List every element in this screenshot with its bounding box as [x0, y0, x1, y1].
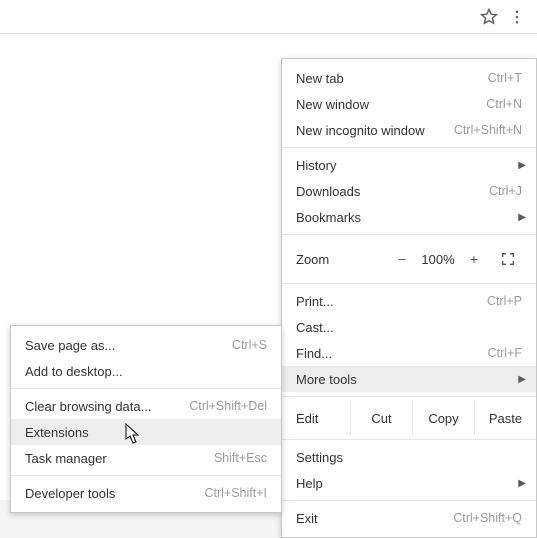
copy-label: Copy: [428, 411, 458, 426]
more-tools-submenu: Save page as... Ctrl+S Add to desktop...…: [10, 325, 282, 513]
menu-item-shortcut: Ctrl+Shift+Del: [189, 399, 267, 413]
menu-item-label: Extensions: [25, 425, 89, 440]
menu-item-shortcut: Ctrl+N: [486, 97, 522, 111]
chevron-right-icon: ▶: [518, 374, 526, 385]
menu-new-tab[interactable]: New tab Ctrl+T: [282, 65, 536, 91]
menu-item-shortcut: Ctrl+P: [487, 294, 522, 308]
menu-edit-row: Edit Cut Copy Paste: [282, 401, 536, 435]
zoom-in-button[interactable]: +: [460, 245, 488, 273]
menu-item-label: Find...: [296, 346, 332, 361]
chevron-right-icon: ▶: [518, 212, 526, 223]
menu-history[interactable]: History ▶: [282, 152, 536, 178]
menu-more-tools[interactable]: More tools ▶: [282, 366, 536, 392]
chevron-right-icon: ▶: [518, 478, 526, 489]
menu-item-label: New window: [296, 97, 369, 112]
separator: [282, 396, 536, 397]
separator: [282, 234, 536, 235]
zoom-label: Zoom: [296, 252, 329, 267]
menu-item-label: Exit: [296, 511, 318, 526]
menu-print[interactable]: Print... Ctrl+P: [282, 288, 536, 314]
menu-item-label: New incognito window: [296, 123, 425, 138]
fullscreen-button[interactable]: [494, 245, 522, 273]
menu-item-label: Print...: [296, 294, 334, 309]
zoom-out-button[interactable]: −: [388, 245, 416, 273]
menu-item-label: Settings: [296, 450, 343, 465]
minus-icon: −: [398, 251, 406, 267]
star-icon[interactable]: [475, 3, 503, 31]
menu-zoom-row: Zoom − 100% +: [282, 239, 536, 279]
menu-item-shortcut: Shift+Esc: [214, 451, 267, 465]
edit-label: Edit: [282, 401, 350, 435]
menu-item-label: Task manager: [25, 451, 107, 466]
menu-item-shortcut: Ctrl+J: [489, 184, 522, 198]
separator: [282, 283, 536, 284]
paste-label: Paste: [489, 411, 522, 426]
menu-find[interactable]: Find... Ctrl+F: [282, 340, 536, 366]
edit-paste-button[interactable]: Paste: [474, 401, 536, 435]
menu-item-shortcut: Ctrl+Shift+Q: [453, 511, 522, 525]
submenu-task-manager[interactable]: Task manager Shift+Esc: [11, 445, 281, 471]
menu-item-label: Add to desktop...: [25, 364, 123, 379]
menu-item-shortcut: Ctrl+F: [488, 346, 522, 360]
menu-help[interactable]: Help ▶: [282, 470, 536, 496]
menu-item-label: More tools: [296, 372, 357, 387]
edit-copy-button[interactable]: Copy: [412, 401, 474, 435]
menu-exit[interactable]: Exit Ctrl+Shift+Q: [282, 505, 536, 531]
cut-label: Cut: [371, 411, 391, 426]
menu-item-label: New tab: [296, 71, 344, 86]
submenu-developer-tools[interactable]: Developer tools Ctrl+Shift+I: [11, 480, 281, 506]
menu-item-shortcut: Ctrl+Shift+I: [204, 486, 267, 500]
submenu-add-to-desktop[interactable]: Add to desktop...: [11, 358, 281, 384]
edit-cut-button[interactable]: Cut: [350, 401, 412, 435]
submenu-extensions[interactable]: Extensions: [11, 419, 281, 445]
separator: [11, 388, 281, 389]
menu-cast[interactable]: Cast...: [282, 314, 536, 340]
submenu-save-page-as[interactable]: Save page as... Ctrl+S: [11, 332, 281, 358]
menu-item-label: Save page as...: [25, 338, 115, 353]
separator: [282, 439, 536, 440]
menu-new-window[interactable]: New window Ctrl+N: [282, 91, 536, 117]
plus-icon: +: [470, 251, 478, 267]
separator: [282, 500, 536, 501]
menu-item-label: Cast...: [296, 320, 334, 335]
menu-item-label: Downloads: [296, 184, 360, 199]
menu-item-label: Clear browsing data...: [25, 399, 151, 414]
kebab-menu-icon[interactable]: [503, 3, 531, 31]
menu-new-incognito[interactable]: New incognito window Ctrl+Shift+N: [282, 117, 536, 143]
zoom-percent: 100%: [416, 252, 460, 267]
separator: [282, 147, 536, 148]
main-menu: New tab Ctrl+T New window Ctrl+N New inc…: [281, 58, 537, 538]
menu-bookmarks[interactable]: Bookmarks ▶: [282, 204, 536, 230]
menu-item-shortcut: Ctrl+S: [232, 338, 267, 352]
menu-downloads[interactable]: Downloads Ctrl+J: [282, 178, 536, 204]
menu-item-label: Developer tools: [25, 486, 115, 501]
chevron-right-icon: ▶: [518, 160, 526, 171]
menu-item-shortcut: Ctrl+Shift+N: [454, 123, 522, 137]
menu-item-label: Bookmarks: [296, 210, 361, 225]
separator: [11, 475, 281, 476]
menu-settings[interactable]: Settings: [282, 444, 536, 470]
menu-item-label: History: [296, 158, 336, 173]
menu-item-shortcut: Ctrl+T: [488, 71, 522, 85]
menu-item-label: Help: [296, 476, 323, 491]
submenu-clear-browsing-data[interactable]: Clear browsing data... Ctrl+Shift+Del: [11, 393, 281, 419]
browser-toolbar: [0, 0, 537, 34]
